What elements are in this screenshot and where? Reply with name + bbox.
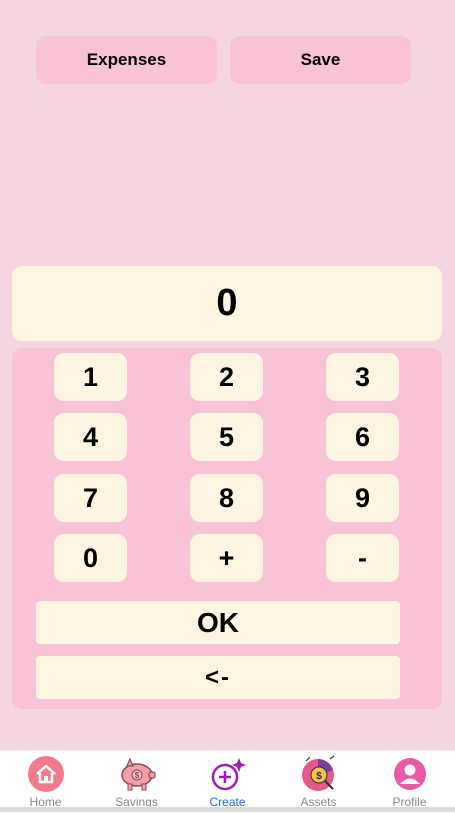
amount-display: 0 [12,266,442,341]
backspace-button[interactable]: <- [36,656,400,699]
key-1[interactable]: 1 [54,353,127,401]
coin-chart-icon: $ [300,755,338,793]
key-7[interactable]: 7 [54,474,127,522]
home-icon [27,755,65,793]
save-button[interactable]: Save [230,36,411,84]
svg-text:$: $ [134,771,139,780]
key-0[interactable]: 0 [54,534,127,582]
key-2[interactable]: 2 [190,353,263,401]
ok-button[interactable]: OK [36,601,400,644]
user-avatar-icon [391,755,429,793]
key-plus[interactable]: + [190,534,263,582]
add-sparkle-icon [209,755,247,793]
piggy-bank-icon: $ [118,755,156,793]
nav-item-savings[interactable]: $ Savings [91,751,182,813]
bottom-edge [0,807,455,812]
key-6[interactable]: 6 [326,413,399,461]
nav-item-profile[interactable]: Profile [364,751,455,813]
key-5[interactable]: 5 [190,413,263,461]
nav-item-create[interactable]: Create [182,751,273,813]
nav-item-home[interactable]: Home [0,751,91,813]
key-8[interactable]: 8 [190,474,263,522]
expenses-button[interactable]: Expenses [36,36,217,84]
keypad: 1 2 3 4 5 6 7 8 9 0 + - OK <- [12,348,442,709]
key-4[interactable]: 4 [54,413,127,461]
key-minus[interactable]: - [326,534,399,582]
bottom-nav: Home $ Savings Create $ Assets Profile [0,750,455,813]
svg-text:$: $ [316,771,322,782]
nav-item-assets[interactable]: $ Assets [273,751,364,813]
key-3[interactable]: 3 [326,353,399,401]
key-9[interactable]: 9 [326,474,399,522]
